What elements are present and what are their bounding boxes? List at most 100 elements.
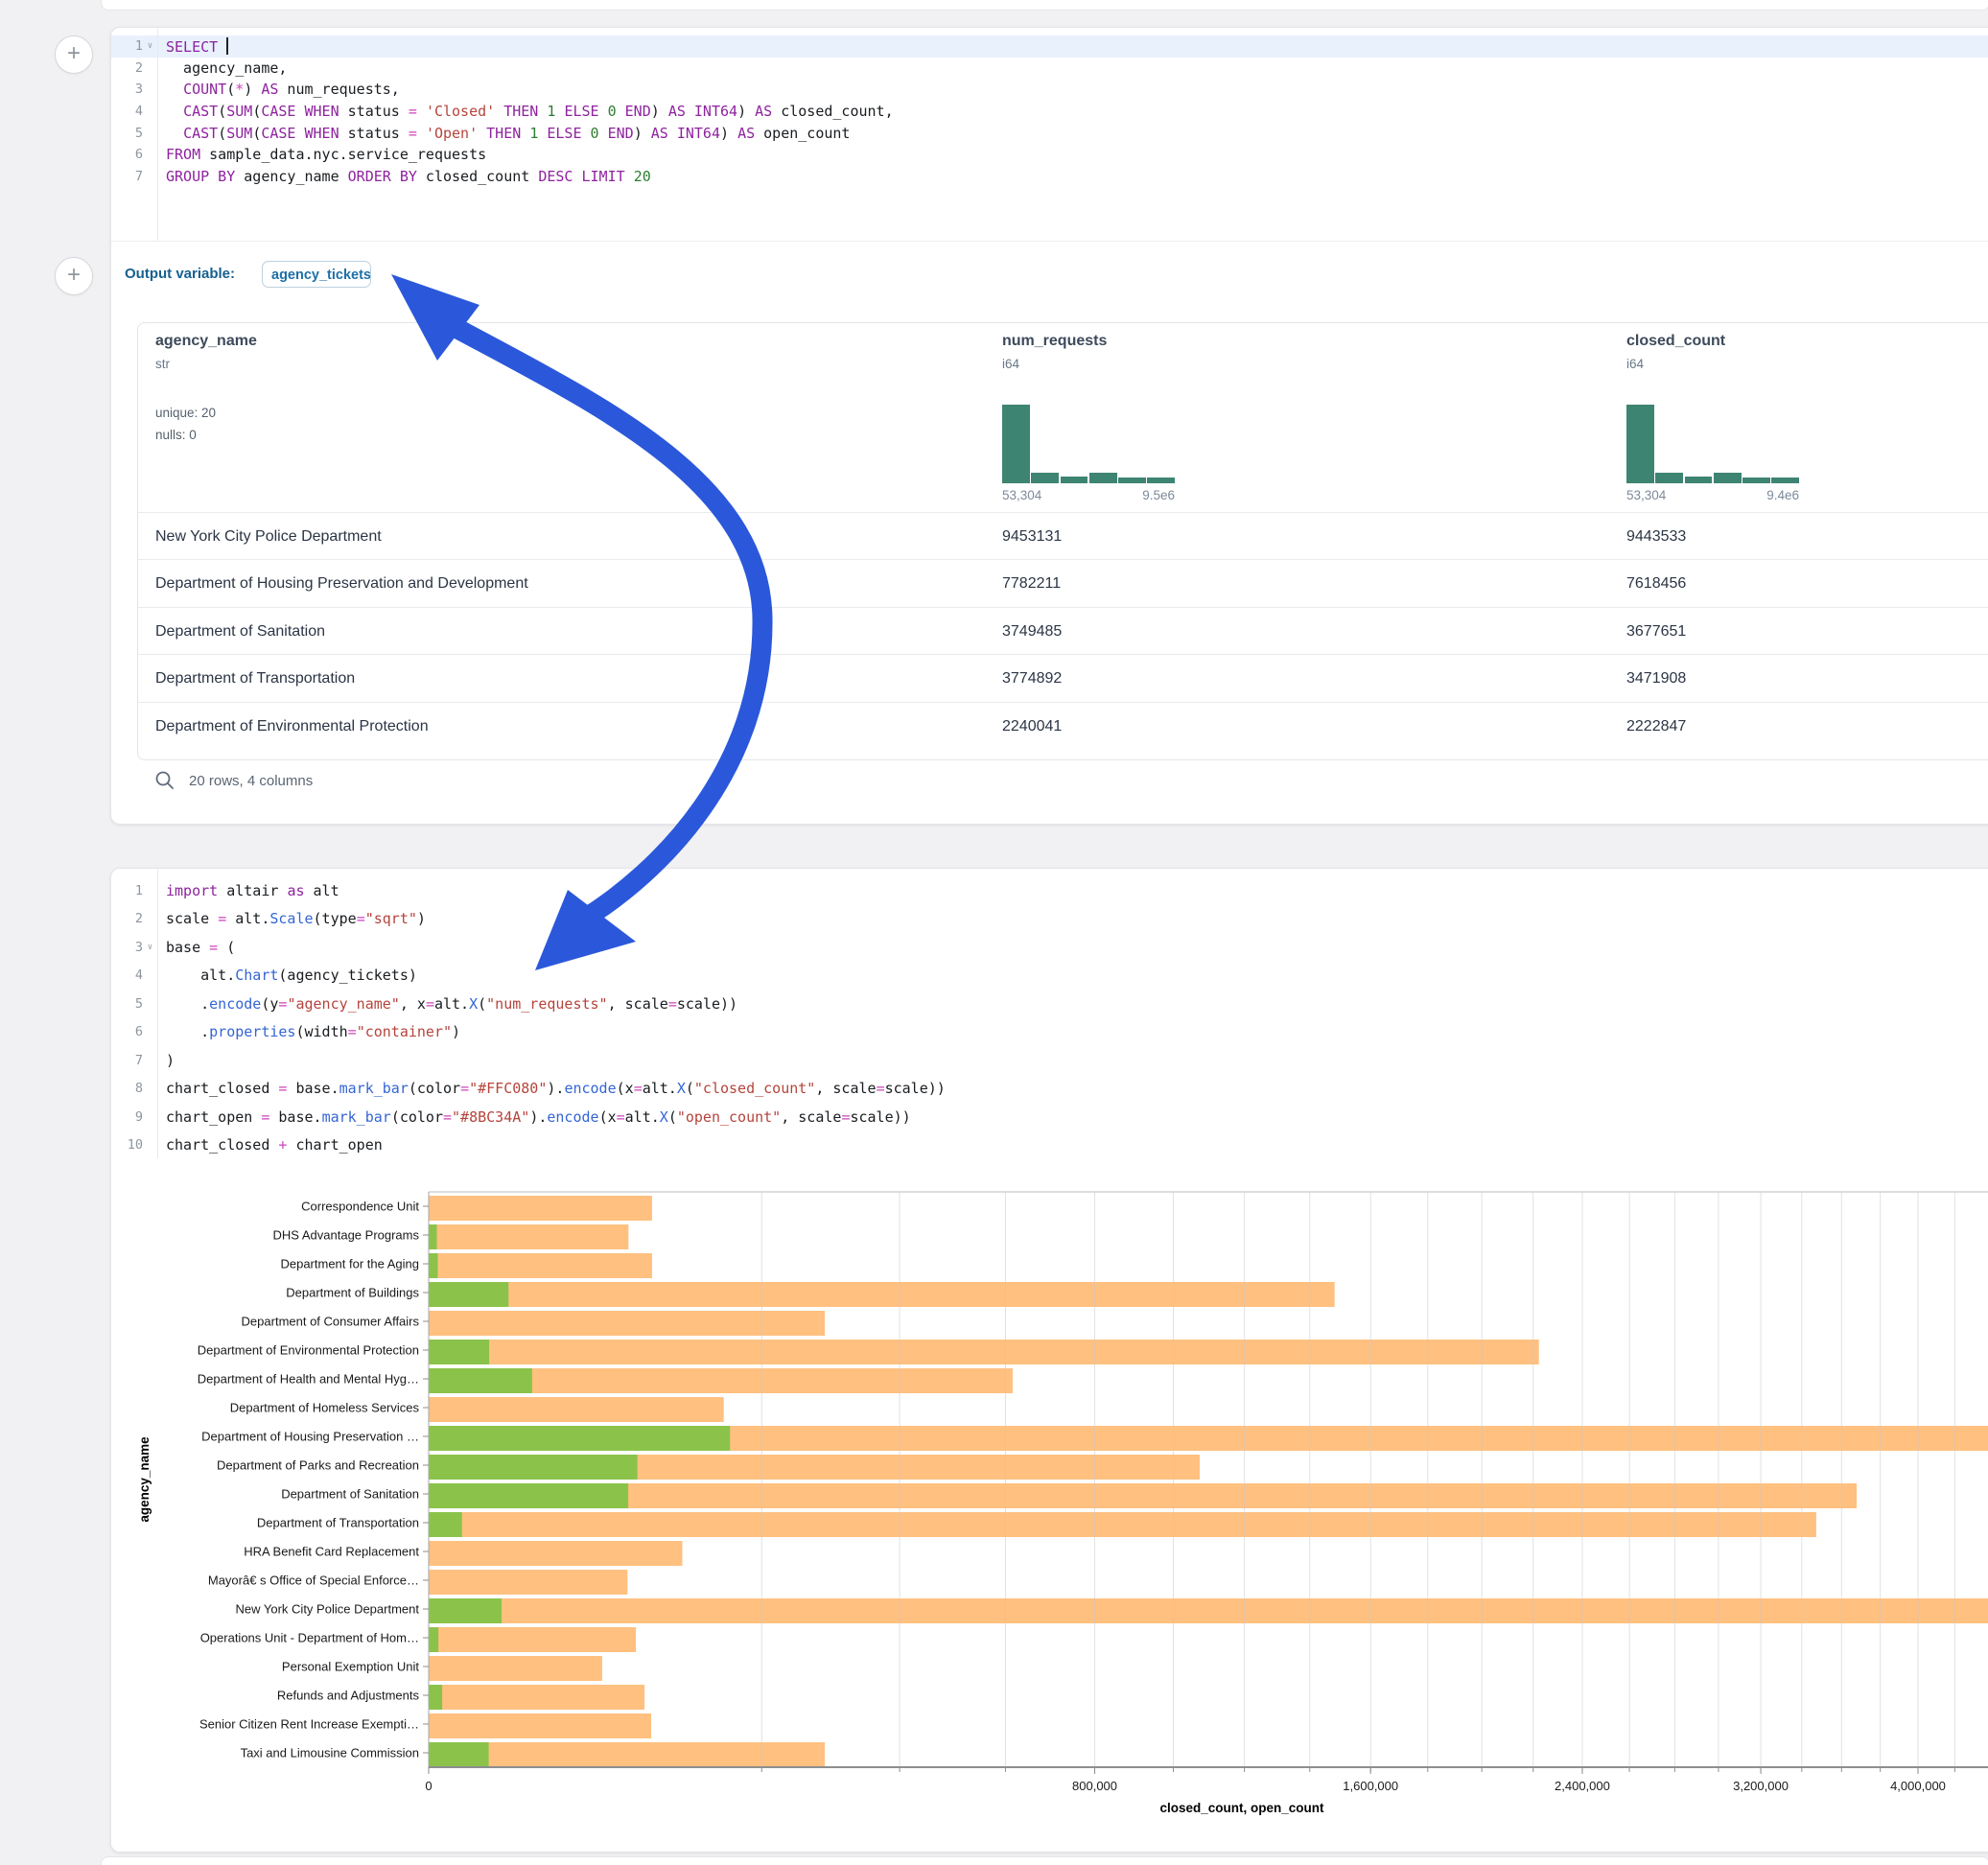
histogram-bar <box>1031 473 1059 483</box>
gutter-divider <box>157 869 158 1158</box>
column-header[interactable]: num_requests i64 <box>1002 323 1107 371</box>
line-number: 7 <box>111 1053 143 1068</box>
line-number: 8 <box>111 1081 143 1096</box>
code-line[interactable]: 10chart_closed + chart_open <box>111 1131 1988 1160</box>
previous-cell-edge <box>101 0 1988 11</box>
histogram-min-label: 53,304 <box>1626 488 1666 502</box>
code-fold-chevron-icon[interactable]: ∨ <box>143 41 157 51</box>
column-name: num_requests <box>1002 333 1107 350</box>
code-line[interactable]: 5 .encode(y="agency_name", x=alt.X("num_… <box>111 990 1988 1018</box>
column-stat: nulls: 0 <box>155 424 257 446</box>
table-cell: Department of Transportation <box>155 655 355 702</box>
histogram-min-label: 53,304 <box>1002 488 1041 502</box>
line-number: 2 <box>111 60 143 76</box>
table-row: Department of Transportation 3774892 34719… <box>138 654 1988 702</box>
table-cell: New York City Police Department <box>155 513 382 560</box>
table-cell: 2222847 <box>1626 703 1686 750</box>
table-row: Department of Environmental Protection 22… <box>138 702 1988 750</box>
column-type: str <box>155 357 257 371</box>
code-line[interactable]: 1import altair as alt <box>111 876 1988 905</box>
code-line[interactable]: 7) <box>111 1046 1988 1075</box>
column-type: i64 <box>1626 357 1725 371</box>
gutter-divider <box>157 28 158 241</box>
table-cell: 7618456 <box>1626 560 1686 607</box>
histogram-labels: 53,304 9.5e6 <box>1002 488 1175 502</box>
table-cell: 9453131 <box>1002 513 1062 560</box>
add-cell-button[interactable]: + <box>55 257 93 295</box>
plus-icon: + <box>67 40 81 66</box>
code-line[interactable]: 2 agency_name, <box>111 58 1988 80</box>
histogram-bar <box>1089 473 1117 483</box>
table-cell: 3749485 <box>1002 608 1062 655</box>
output-variable-label: Output variable: <box>125 266 235 282</box>
line-number: 10 <box>111 1137 143 1153</box>
search-icon[interactable] <box>154 770 175 791</box>
table-cell: 7782211 <box>1002 560 1061 607</box>
python-editor[interactable]: 1import altair as alt2scale = alt.Scale(… <box>111 876 1988 1159</box>
table-cell: Department of Sanitation <box>155 608 325 655</box>
row-count-label: 20 rows, 4 columns <box>189 773 313 789</box>
line-number: 6 <box>111 1024 143 1039</box>
table-footer[interactable]: 20 rows, 4 columns <box>154 768 313 793</box>
line-number: 1 <box>111 38 143 54</box>
histogram-bar <box>1002 405 1030 483</box>
line-number: 9 <box>111 1109 143 1125</box>
code-line[interactable]: 4 CAST(SUM(CASE WHEN status = 'Closed' T… <box>111 101 1988 123</box>
histogram-bar <box>1685 477 1713 483</box>
table-cell: 3471908 <box>1626 655 1686 702</box>
line-number: 1 <box>111 883 143 898</box>
column-stat: unique: 20 <box>155 402 257 424</box>
line-number: 5 <box>111 126 143 141</box>
python-cell: 1import altair as alt2scale = alt.Scale(… <box>110 868 1988 1853</box>
table-cell: 3677651 <box>1626 608 1686 655</box>
code-line[interactable]: 3∨base = ( <box>111 933 1988 962</box>
table-row: Department of Housing Preservation and D… <box>138 559 1988 607</box>
line-number: 2 <box>111 911 143 926</box>
output-variable-pill[interactable]: agency_tickets <box>262 261 371 288</box>
line-number: 6 <box>111 147 143 162</box>
column-type: i64 <box>1002 357 1107 371</box>
code-line[interactable]: 7GROUP BY agency_name ORDER BY closed_co… <box>111 166 1988 188</box>
line-number: 4 <box>111 967 143 983</box>
line-number: 3 <box>111 940 143 955</box>
line-number: 5 <box>111 996 143 1012</box>
line-number: 3 <box>111 82 143 97</box>
histogram-max-label: 9.4e6 <box>1766 488 1799 502</box>
column-histogram <box>1002 405 1175 483</box>
histogram-bar <box>1147 478 1175 483</box>
line-number: 7 <box>111 169 143 184</box>
table-row: Department of Sanitation 3749485 3677651 <box>138 607 1988 655</box>
column-histogram <box>1626 405 1799 483</box>
table-row: New York City Police Department 9453131 94… <box>138 512 1988 560</box>
code-line[interactable]: 5 CAST(SUM(CASE WHEN status = 'Open' THE… <box>111 122 1988 144</box>
sql-editor[interactable]: 1∨SELECT 2 agency_name,3 COUNT(*) AS num… <box>111 35 1988 187</box>
code-line[interactable]: 2scale = alt.Scale(type="sqrt") <box>111 905 1988 934</box>
code-line[interactable]: 6FROM sample_data.nyc.service_requests <box>111 144 1988 166</box>
table-cell: 2240041 <box>1002 703 1062 750</box>
code-line[interactable]: 4 alt.Chart(agency_tickets) <box>111 962 1988 991</box>
table-cell: Department of Housing Preservation and D… <box>155 560 528 607</box>
table-cell: 9443533 <box>1626 513 1686 560</box>
result-table: agency_namestrunique: 20nulls: 0num_requ… <box>137 322 1988 760</box>
table-cell: 3774892 <box>1002 655 1062 702</box>
column-name: closed_count <box>1626 333 1725 350</box>
code-line[interactable]: 1∨SELECT <box>111 35 1988 58</box>
code-line[interactable]: 6 .properties(width="container") <box>111 1018 1988 1047</box>
histogram-bar <box>1655 473 1683 483</box>
sql-cell: 1∨SELECT 2 agency_name,3 COUNT(*) AS num… <box>110 27 1988 825</box>
text-cursor <box>226 37 228 55</box>
column-header[interactable]: agency_namestrunique: 20nulls: 0 <box>155 323 257 446</box>
code-fold-chevron-icon[interactable]: ∨ <box>143 943 157 952</box>
histogram-max-label: 9.5e6 <box>1142 488 1175 502</box>
code-line[interactable]: 3 COUNT(*) AS num_requests, <box>111 79 1988 101</box>
code-line[interactable]: 8chart_closed = base.mark_bar(color="#FF… <box>111 1075 1988 1104</box>
histogram-bar <box>1626 405 1654 483</box>
table-cell: Department of Environmental Protection <box>155 703 429 750</box>
histogram-bar <box>1061 477 1088 483</box>
histogram-labels: 53,304 9.4e6 <box>1626 488 1799 502</box>
add-cell-button[interactable]: + <box>55 35 93 74</box>
line-number: 4 <box>111 104 143 119</box>
divider <box>111 241 1988 242</box>
code-line[interactable]: 9chart_open = base.mark_bar(color="#8BC3… <box>111 1103 1988 1131</box>
column-header[interactable]: closed_count i64 <box>1626 323 1725 371</box>
